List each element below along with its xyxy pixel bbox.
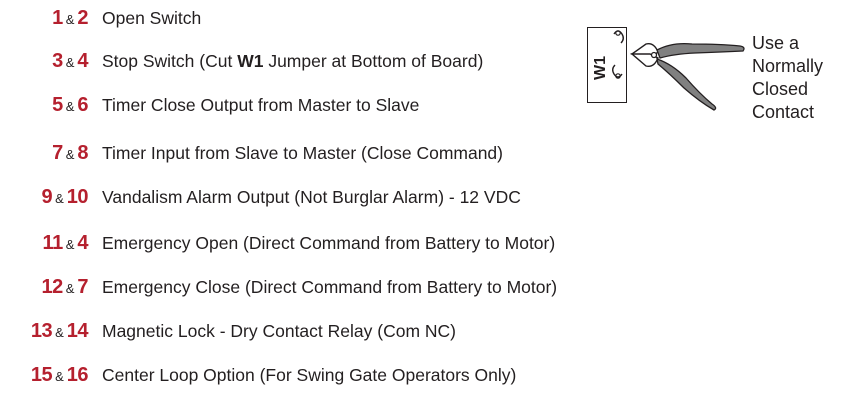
description-text: Emergency Close (Direct Command from Bat… bbox=[102, 277, 558, 297]
terminal-number-b: 8 bbox=[77, 142, 88, 164]
terminal-number-b: 4 bbox=[77, 232, 88, 254]
terminal-number-b: 6 bbox=[77, 94, 88, 116]
terminal-description: Open Switch bbox=[102, 3, 201, 33]
terminal-number-a: 12 bbox=[41, 276, 63, 298]
description-text: Stop Switch (Cut bbox=[102, 51, 238, 71]
terminal-number-a: 5 bbox=[52, 94, 63, 116]
side-note-line-2: Normally bbox=[752, 56, 824, 76]
terminal-numbers: 7 & 8 bbox=[0, 138, 88, 170]
terminal-number-a: 11 bbox=[42, 232, 64, 254]
wire-cutter-icon bbox=[612, 30, 745, 111]
description-text: Magnetic Lock - Dry Contact Relay (Com N… bbox=[102, 321, 456, 341]
terminal-description: Emergency Open (Direct Command from Batt… bbox=[102, 228, 555, 258]
ampersand: & bbox=[55, 369, 64, 384]
terminal-description: Emergency Close (Direct Command from Bat… bbox=[102, 272, 557, 302]
terminal-numbers: 3 & 4 bbox=[0, 46, 88, 78]
terminal-description: Vandalism Alarm Output (Not Burglar Alar… bbox=[102, 182, 521, 212]
ampersand: & bbox=[65, 99, 75, 114]
terminal-number-a: 9 bbox=[41, 186, 53, 208]
terminal-numbers: 13 & 14 bbox=[0, 316, 89, 348]
ampersand: & bbox=[65, 281, 75, 296]
terminal-description: Center Loop Option (For Swing Gate Opera… bbox=[102, 360, 516, 390]
terminal-description: Magnetic Lock - Dry Contact Relay (Com N… bbox=[102, 316, 456, 346]
ampersand: & bbox=[65, 237, 75, 252]
description-text-continued: Jumper at Bottom of Board) bbox=[263, 51, 484, 71]
terminal-number-a: 13 bbox=[30, 320, 53, 342]
jumper-reference: W1 bbox=[237, 51, 264, 71]
description-text: Timer Close Output from Master to Slave bbox=[102, 95, 420, 115]
description-text: Emergency Open (Direct Command from Batt… bbox=[102, 233, 556, 253]
ampersand: & bbox=[55, 191, 64, 206]
terminal-number-b: 7 bbox=[77, 276, 88, 298]
terminal-number-b: 14 bbox=[66, 320, 89, 342]
ampersand: & bbox=[65, 12, 75, 27]
terminal-number-b: 10 bbox=[66, 186, 89, 208]
description-text: Vandalism Alarm Output (Not Burglar Alar… bbox=[102, 187, 521, 207]
side-note-line-1: Use a bbox=[752, 33, 800, 53]
description-text: Center Loop Option (For Swing Gate Opera… bbox=[102, 365, 517, 385]
terminal-numbers: 5 & 6 bbox=[0, 90, 88, 122]
ampersand: & bbox=[55, 325, 64, 340]
terminal-numbers: 11 & 4 bbox=[0, 228, 89, 260]
terminal-number-b: 4 bbox=[77, 50, 88, 72]
terminal-number-a: 7 bbox=[52, 142, 63, 164]
terminal-numbers: 12 & 7 bbox=[0, 272, 88, 304]
terminal-description: Timer Input from Slave to Master (Close … bbox=[102, 138, 503, 168]
description-text: Open Switch bbox=[102, 8, 202, 28]
side-note: Use a Normally Closed Contact bbox=[752, 32, 823, 124]
ampersand: & bbox=[65, 55, 75, 70]
terminal-number-a: 15 bbox=[30, 364, 53, 386]
terminal-numbers: 15 & 16 bbox=[0, 360, 89, 392]
terminal-numbers: 1 & 2 bbox=[0, 3, 88, 35]
terminal-numbers: 9 & 10 bbox=[0, 182, 88, 214]
terminal-number-b: 2 bbox=[77, 7, 88, 29]
side-note-line-3: Closed bbox=[752, 79, 809, 99]
terminal-number-a: 1 bbox=[52, 7, 63, 29]
terminal-number-b: 16 bbox=[66, 364, 89, 386]
side-note-line-4: Contact bbox=[752, 102, 815, 122]
terminal-description: Stop Switch (Cut W1 Jumper at Bottom of … bbox=[102, 46, 483, 76]
terminal-description: Timer Close Output from Master to Slave bbox=[102, 90, 419, 120]
description-text: Timer Input from Slave to Master (Close … bbox=[102, 143, 503, 163]
terminal-number-a: 3 bbox=[52, 50, 63, 72]
ampersand: & bbox=[65, 147, 75, 162]
